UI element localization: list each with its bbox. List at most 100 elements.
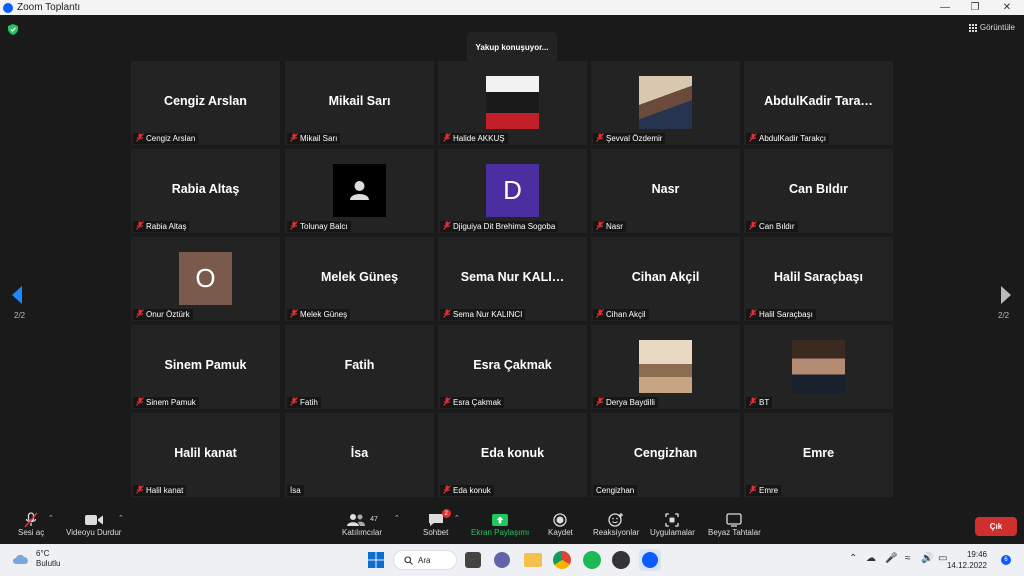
participant-name-label: Djiguiya Dit Brehima Sogoba <box>440 221 559 232</box>
participant-tile[interactable]: AbdulKadir Tara… AbdulKadir Tarakçı <box>744 61 893 145</box>
participant-tile[interactable]: Şevval Özdemir <box>591 61 740 145</box>
participant-video-thumbnail <box>792 340 845 393</box>
stop-video-button[interactable]: Videoyu Durdur <box>66 511 121 537</box>
leave-meeting-button[interactable]: Çık <box>975 517 1017 536</box>
record-button[interactable]: Kaydet <box>548 511 573 537</box>
windows-start-icon[interactable] <box>366 550 386 570</box>
view-button[interactable]: Görüntüle <box>968 23 1015 32</box>
taskbar-clock[interactable]: 19:46 14.12.2022 <box>947 549 987 571</box>
whiteboard-button[interactable]: Beyaz Tahtalar <box>708 511 761 537</box>
participant-tile[interactable]: Melek Güneş Melek Güneş <box>285 237 434 321</box>
muted-mic-icon <box>290 397 298 408</box>
participant-name-label: Cengizhan <box>593 485 638 496</box>
close-button[interactable]: ✕ <box>992 0 1022 15</box>
participant-video-thumbnail <box>486 76 539 129</box>
reactions-button[interactable]: Reaksiyonlar <box>593 511 639 537</box>
participant-name-label: BT <box>746 397 773 408</box>
unmute-button[interactable]: Sesi aç <box>18 511 44 537</box>
previous-page-arrow-icon[interactable] <box>12 286 22 304</box>
participant-tile[interactable]: Emre Emre <box>744 413 893 497</box>
zoom-taskbar-icon[interactable] <box>639 549 661 571</box>
muted-mic-icon <box>290 221 298 232</box>
tray-overflow-chevron-icon[interactable]: ⌃ <box>849 553 857 564</box>
participant-name: Melek Güneş <box>300 310 348 319</box>
onedrive-cloud-icon[interactable]: ☁ <box>866 553 876 564</box>
participant-tile[interactable]: Can Bıldır Can Bıldır <box>744 149 893 233</box>
taskbar-search[interactable]: Ara <box>393 550 457 570</box>
participant-tile[interactable]: Mikail Sarı Mikail Sarı <box>285 61 434 145</box>
chrome-icon[interactable] <box>553 551 571 569</box>
participant-tile[interactable]: Rabia Altaş Rabia Altaş <box>131 149 280 233</box>
app-circle-icon[interactable] <box>612 551 630 569</box>
participant-tile[interactable]: Tolunay Balcı <box>285 149 434 233</box>
participant-tile[interactable]: Halil Saraçbaşı Halil Saraçbaşı <box>744 237 893 321</box>
participant-tile[interactable]: Esra Çakmak Esra Çakmak <box>438 325 587 409</box>
volume-icon[interactable]: 🔊 <box>921 553 933 564</box>
muted-mic-icon <box>290 309 298 320</box>
participant-tile[interactable]: Nasr Nasr <box>591 149 740 233</box>
encryption-shield-icon[interactable] <box>8 24 18 35</box>
participants-button[interactable]: 47 Katılımcılar <box>342 511 382 537</box>
video-options-caret[interactable]: ⌃ <box>118 514 124 522</box>
participant-name-label: Melek Güneş <box>287 309 351 320</box>
apps-button[interactable]: Uygulamalar <box>650 511 695 537</box>
participant-tile[interactable]: Halil kanat Halil kanat <box>131 413 280 497</box>
participants-icon: 47 <box>346 511 378 528</box>
file-explorer-icon[interactable] <box>524 553 542 567</box>
participant-tile[interactable]: Cihan Akçil Cihan Akçil <box>591 237 740 321</box>
participant-video-thumbnail <box>639 76 692 129</box>
participant-name-label: Sinem Pamuk <box>133 397 199 408</box>
muted-mic-icon <box>443 309 451 320</box>
chat-button[interactable]: 2 Sohbet <box>423 509 451 537</box>
participant-count: 47 <box>370 516 378 523</box>
weather-widget[interactable]: 6°C Bulutlu <box>12 549 60 569</box>
participant-name-label: Eda konuk <box>440 485 494 496</box>
minimize-button[interactable]: — <box>930 0 960 15</box>
participant-name: Mikail Sarı <box>300 134 338 143</box>
participant-tile[interactable]: O Onur Öztürk <box>131 237 280 321</box>
participant-name-label: Can Bıldır <box>746 221 798 232</box>
chat-options-caret[interactable]: ⌃ <box>454 514 460 522</box>
participant-display-name: Esra Çakmak <box>473 358 552 372</box>
next-page-arrow-icon[interactable] <box>1001 286 1011 304</box>
maximize-button[interactable]: ❐ <box>960 0 990 15</box>
participant-name: Cengizhan <box>596 486 635 495</box>
muted-mic-icon <box>136 221 144 232</box>
teams-chat-icon[interactable] <box>494 552 510 568</box>
participant-tile[interactable]: D Djiguiya Dit Brehima Sogoba <box>438 149 587 233</box>
participant-tile[interactable]: Cengizhan Cengizhan <box>591 413 740 497</box>
participant-name: Derya Baydilli <box>606 398 655 407</box>
participants-options-caret[interactable]: ⌃ <box>394 514 400 522</box>
muted-mic-icon <box>443 133 451 144</box>
participants-label: Katılımcılar <box>342 528 383 537</box>
participant-tile[interactable]: Sema Nur KALI… Sema Nur KALINCI <box>438 237 587 321</box>
window-title: Zoom Toplantı <box>17 2 81 13</box>
participant-tile[interactable]: BT <box>744 325 893 409</box>
weather-temperature: 6°C <box>36 549 50 558</box>
participant-name: Cengiz Arslan <box>146 134 196 143</box>
participant-tile[interactable]: Cengiz Arslan Cengiz Arslan <box>131 61 280 145</box>
participant-tile[interactable]: Eda konuk Eda konuk <box>438 413 587 497</box>
title-bar: Zoom Toplantı — ❐ ✕ <box>0 0 1024 15</box>
participant-name-label: Emre <box>746 485 782 496</box>
microphone-tray-icon[interactable]: 🎤 <box>885 553 897 564</box>
notification-badge[interactable]: 6 <box>1001 555 1011 565</box>
task-view-icon[interactable] <box>465 552 481 568</box>
apps-icon <box>665 511 680 528</box>
participant-tile[interactable]: Halide AKKUŞ <box>438 61 587 145</box>
participant-tile[interactable]: Derya Baydilli <box>591 325 740 409</box>
participant-name: AbdulKadir Tarakçı <box>759 134 826 143</box>
wifi-icon[interactable]: ≈ <box>905 553 911 564</box>
video-camera-icon <box>84 511 103 528</box>
audio-options-caret[interactable]: ⌃ <box>48 514 54 522</box>
share-screen-button[interactable]: Ekran Paylaşımı <box>471 511 529 537</box>
muted-mic-icon <box>596 133 604 144</box>
participant-tile[interactable]: İsa İsa <box>285 413 434 497</box>
whiteboard-icon <box>726 511 743 528</box>
participant-tile[interactable]: Sinem Pamuk Sinem Pamuk <box>131 325 280 409</box>
muted-mic-icon <box>290 133 298 144</box>
spotify-icon[interactable] <box>583 551 601 569</box>
participant-name: Halil kanat <box>146 486 184 495</box>
muted-mic-icon <box>749 221 757 232</box>
participant-tile[interactable]: Fatih Fatih <box>285 325 434 409</box>
